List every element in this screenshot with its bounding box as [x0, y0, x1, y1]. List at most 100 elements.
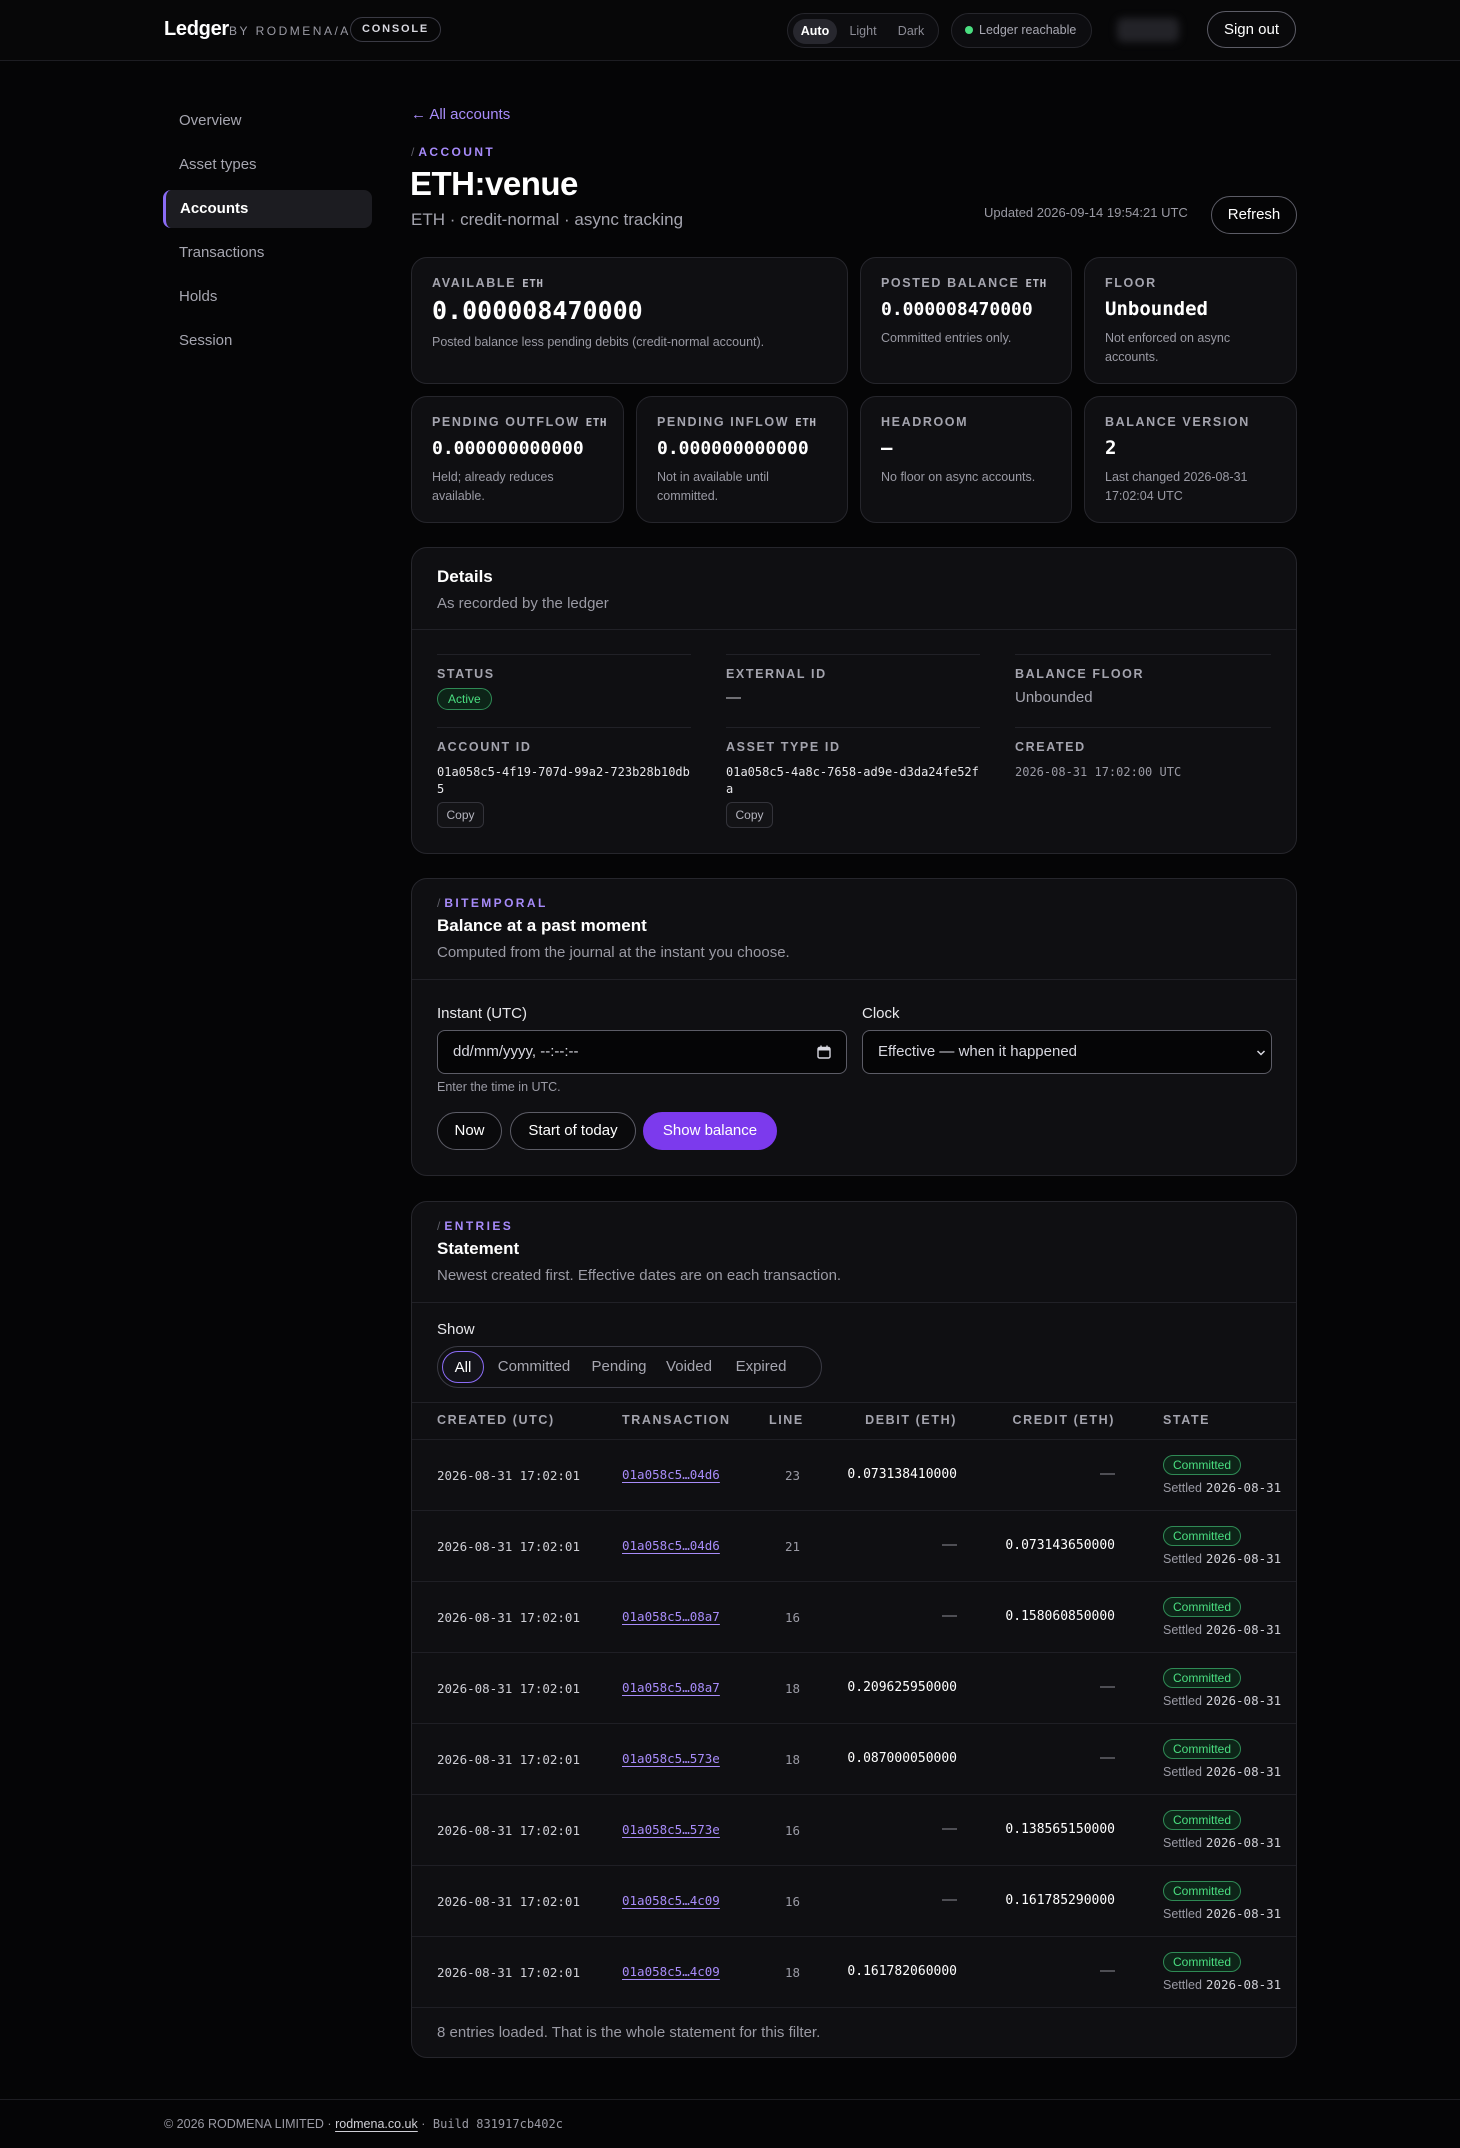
balance-version-value: 2: [1105, 437, 1117, 459]
table-top-divider: [412, 1402, 1296, 1403]
sidebar-item-overview[interactable]: Overview: [163, 102, 372, 140]
console-badge: CONSOLE: [350, 17, 441, 42]
headroom-note: No floor on async accounts.: [881, 470, 1036, 484]
footer: © 2026 RODMENA LIMITED · rodmena.co.uk ·…: [164, 2117, 563, 2131]
pending-outflow-label: PENDING OUTFLOW ETH: [432, 415, 607, 429]
row-created: 2026-08-31 17:02:01: [437, 1610, 580, 1625]
bitemporal-divider: [412, 979, 1296, 980]
row-settled: Settled 2026-08-31: [1163, 1622, 1281, 1637]
row-settled-date: 2026-08-31: [1205, 1906, 1282, 1921]
filter-expired[interactable]: Expired: [726, 1351, 796, 1383]
row-settled-date: 2026-08-31: [1205, 1977, 1282, 1992]
row-transaction-link[interactable]: 01a058c5…4c09: [622, 1964, 720, 1979]
details-title: Details: [437, 567, 493, 586]
footer-copyright: © 2026 RODMENA LIMITED ·: [164, 2117, 332, 2131]
filter-all[interactable]: All: [442, 1351, 484, 1383]
pending-outflow-card: PENDING OUTFLOW ETH 0.000000000000 Held; …: [411, 396, 624, 523]
row-divider: [412, 1865, 1296, 1866]
theme-dark-option[interactable]: Dark: [889, 19, 933, 44]
show-balance-button[interactable]: Show balance: [643, 1112, 777, 1150]
col-line[interactable]: LINE: [769, 1413, 804, 1427]
account-eyebrow: / ACCOUNT: [411, 145, 496, 159]
balance-floor-label: BALANCE FLOOR: [1015, 667, 1145, 681]
row-created: 2026-08-31 17:02:01: [437, 1468, 580, 1483]
all-accounts-link[interactable]: ← All accounts: [411, 106, 510, 123]
brand-logo[interactable]: Ledger: [164, 18, 229, 41]
row-settled-date: 2026-08-31: [1205, 1551, 1282, 1566]
balance-version-label: BALANCE VERSION: [1105, 415, 1250, 429]
row-divider: [412, 1723, 1296, 1724]
row-line: 16: [785, 1610, 801, 1625]
entries-eyebrow: / ENTRIES: [437, 1219, 514, 1233]
sidebar-item-transactions[interactable]: Transactions: [163, 234, 372, 272]
posted-balance-note: Committed entries only.: [881, 331, 1012, 345]
sidebar-item-holds[interactable]: Holds: [163, 278, 372, 316]
sidebar-item-session[interactable]: Session: [163, 322, 372, 360]
floor-label: FLOOR: [1105, 276, 1157, 290]
copy-asset-type-id-button[interactable]: Copy: [726, 802, 773, 828]
bitemporal-panel: / BITEMPORAL Balance at a past moment Com…: [411, 878, 1297, 1176]
row-transaction-link[interactable]: 01a058c5…08a7: [622, 1609, 720, 1624]
row-state-badge: Committed: [1163, 1455, 1242, 1475]
row-line: 16: [785, 1823, 801, 1838]
bitemporal-desc: Computed from the journal at the instant…: [437, 944, 790, 961]
col-debit[interactable]: DEBIT (ETH): [860, 1413, 957, 1427]
row-settled: Settled 2026-08-31: [1163, 1906, 1281, 1921]
row-settled-label: Settled: [1163, 1765, 1202, 1779]
refresh-button[interactable]: Refresh: [1211, 196, 1297, 234]
instant-input[interactable]: dd/mm/yyyy, --:--:--: [437, 1030, 847, 1074]
clock-select[interactable]: Effective — when it happened: [862, 1030, 1272, 1074]
footer-divider: [0, 2099, 1460, 2100]
row-transaction-link[interactable]: 01a058c5…04d6: [622, 1538, 720, 1553]
row-transaction-link[interactable]: 01a058c5…08a7: [622, 1680, 720, 1695]
balance-version-note: Last changed 2026-08-31 17:02:04 UTC: [1105, 470, 1248, 503]
now-button[interactable]: Now: [437, 1112, 502, 1150]
row-state-badge: Committed: [1163, 1526, 1242, 1546]
copy-account-id-button[interactable]: Copy: [437, 802, 484, 828]
start-of-today-button[interactable]: Start of today: [510, 1112, 636, 1150]
row-created: 2026-08-31 17:02:01: [437, 1752, 580, 1767]
details-desc: As recorded by the ledger: [437, 595, 609, 612]
entries-desc: Newest created first. Effective dates ar…: [437, 1267, 842, 1284]
calendar-icon[interactable]: [817, 1045, 831, 1059]
row-state-badge: Committed: [1163, 1668, 1242, 1688]
row-debit: 0.073138410000: [847, 1467, 957, 1482]
filter-committed[interactable]: Committed: [490, 1351, 578, 1383]
row-transaction-link[interactable]: 01a058c5…4c09: [622, 1893, 720, 1908]
updated-timestamp: Updated 2026-09-14 19:54:21 UTC: [984, 205, 1188, 220]
ledger-status: Ledger reachable: [951, 13, 1092, 48]
row-settled: Settled 2026-08-31: [1163, 1764, 1281, 1779]
brand-byline: BY RODMENA/A: [229, 24, 351, 38]
row-transaction-link[interactable]: 01a058c5…573e: [622, 1751, 720, 1766]
footer-website-link[interactable]: rodmena.co.uk: [335, 2117, 418, 2131]
row-credit: —: [1100, 1678, 1115, 1695]
row-settled-date: 2026-08-31: [1205, 1835, 1282, 1850]
created-label: CREATED: [1015, 740, 1086, 754]
theme-auto-option[interactable]: Auto: [793, 19, 837, 44]
pending-inflow-note: Not in available until committed.: [657, 470, 769, 503]
col-state[interactable]: STATE: [1163, 1413, 1210, 1427]
filter-voided[interactable]: Voided: [658, 1351, 720, 1383]
row-transaction-link[interactable]: 01a058c5…573e: [622, 1822, 720, 1837]
row-settled-date: 2026-08-31: [1205, 1622, 1282, 1637]
sign-out-button[interactable]: Sign out: [1207, 11, 1296, 48]
status-label: STATUS: [437, 667, 495, 681]
row-debit: 0.209625950000: [847, 1680, 957, 1695]
row-settled-label: Settled: [1163, 1836, 1202, 1850]
external-id-label: EXTERNAL ID: [726, 667, 827, 681]
filter-pending[interactable]: Pending: [584, 1351, 654, 1383]
theme-light-option[interactable]: Light: [841, 19, 885, 44]
row-line: 16: [785, 1894, 801, 1909]
col-credit[interactable]: CREDIT (ETH): [1010, 1413, 1115, 1427]
row-settled-label: Settled: [1163, 1907, 1202, 1921]
col-transaction[interactable]: TRANSACTION: [622, 1413, 731, 1427]
field-rule: [726, 654, 980, 655]
row-debit: 0.161782060000: [847, 1964, 957, 1979]
row-transaction-link[interactable]: 01a058c5…04d6: [622, 1467, 720, 1482]
sidebar-item-asset-types[interactable]: Asset types: [163, 146, 372, 184]
col-created[interactable]: CREATED (UTC): [437, 1413, 555, 1427]
sidebar-item-accounts[interactable]: Accounts: [163, 190, 372, 228]
user-avatar-blurred[interactable]: [1117, 18, 1179, 42]
row-created: 2026-08-31 17:02:01: [437, 1539, 580, 1554]
ledger-status-text: Ledger reachable: [979, 23, 1077, 37]
